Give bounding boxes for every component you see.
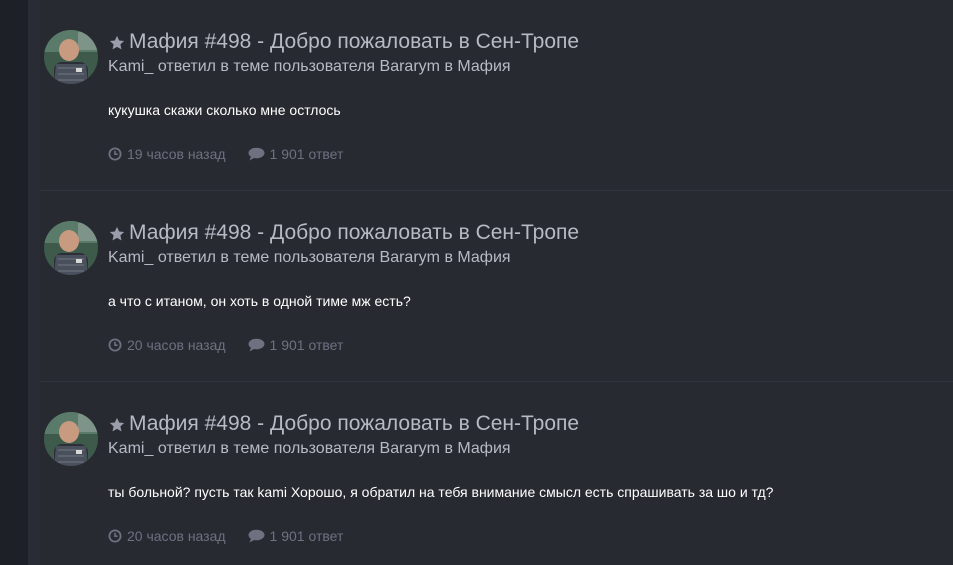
activity-item: Мафия #498 - Добро пожаловать в Сен-Троп… — [40, 191, 953, 381]
activity-item: Мафия #498 - Добро пожаловать в Сен-Троп… — [40, 382, 953, 565]
time-text: 20 часов назад — [127, 337, 226, 353]
author-link[interactable]: Kami_ — [108, 58, 153, 75]
replies-text: 1 901 ответ — [269, 337, 344, 353]
in-text: в — [444, 58, 453, 75]
replies-text: 1 901 ответ — [269, 528, 344, 544]
left-sidebar-rail — [0, 0, 28, 565]
forum-link[interactable]: Мафия — [457, 440, 510, 457]
clock-icon — [108, 529, 122, 543]
avatar[interactable] — [44, 221, 98, 275]
clock-icon — [108, 147, 122, 161]
activity-feed: Мафия #498 - Добро пожаловать в Сен-Троп… — [40, 0, 953, 565]
post-snippet: кукушка скажи сколько мне остлось — [108, 102, 341, 118]
left-sidebar-edge — [28, 0, 40, 565]
activity-item: Мафия #498 - Добро пожаловать в Сен-Троп… — [40, 0, 953, 190]
star-icon — [109, 417, 125, 432]
topic-owner-link[interactable]: Bararym — [380, 440, 440, 457]
in-text: в — [444, 249, 453, 266]
comment-icon — [248, 147, 265, 161]
author-link[interactable]: Kami_ — [108, 440, 153, 457]
star-icon — [109, 226, 125, 241]
replies-count: 1 901 ответ — [248, 337, 344, 353]
activity-meta: 19 часов назад 1 901 ответ — [108, 146, 365, 162]
comment-icon — [248, 529, 265, 543]
action-text: ответил в теме пользователя — [157, 58, 376, 75]
topic-title-link[interactable]: Мафия #498 - Добро пожаловать в Сен-Троп… — [129, 30, 579, 54]
activity-content: Мафия #498 - Добро пожаловать в Сен-Троп… — [108, 219, 938, 353]
timestamp[interactable]: 19 часов назад — [108, 146, 226, 162]
topic-owner-link[interactable]: Bararym — [380, 249, 440, 266]
post-snippet: ты больной? пусть так kami Хорошо, я обр… — [108, 484, 774, 500]
topic-title-link[interactable]: Мафия #498 - Добро пожаловать в Сен-Троп… — [129, 221, 579, 245]
clock-icon — [108, 338, 122, 352]
action-text: ответил в теме пользователя — [157, 249, 376, 266]
timestamp[interactable]: 20 часов назад — [108, 337, 226, 353]
forum-link[interactable]: Мафия — [457, 58, 510, 75]
byline: Kami_ ответил в теме пользователя Barary… — [108, 247, 938, 269]
replies-count: 1 901 ответ — [248, 528, 344, 544]
byline: Kami_ ответил в теме пользователя Barary… — [108, 56, 938, 78]
title-row: Мафия #498 - Добро пожаловать в Сен-Троп… — [108, 28, 938, 56]
avatar[interactable] — [44, 30, 98, 84]
activity-meta: 20 часов назад 1 901 ответ — [108, 528, 365, 544]
title-row: Мафия #498 - Добро пожаловать в Сен-Троп… — [108, 219, 938, 247]
post-snippet: а что с итаном, он хоть в одной тиме мж … — [108, 293, 411, 309]
topic-title-link[interactable]: Мафия #498 - Добро пожаловать в Сен-Троп… — [129, 412, 579, 436]
replies-text: 1 901 ответ — [269, 146, 344, 162]
forum-link[interactable]: Мафия — [457, 249, 510, 266]
star-icon — [109, 35, 125, 50]
topic-owner-link[interactable]: Bararym — [380, 58, 440, 75]
timestamp[interactable]: 20 часов назад — [108, 528, 226, 544]
action-text: ответил в теме пользователя — [157, 440, 376, 457]
activity-content: Мафия #498 - Добро пожаловать в Сен-Троп… — [108, 28, 938, 162]
replies-count: 1 901 ответ — [248, 146, 344, 162]
in-text: в — [444, 440, 453, 457]
byline: Kami_ ответил в теме пользователя Barary… — [108, 438, 938, 460]
time-text: 20 часов назад — [127, 528, 226, 544]
activity-page: Мафия #498 - Добро пожаловать в Сен-Троп… — [0, 0, 953, 565]
avatar[interactable] — [44, 412, 98, 466]
time-text: 19 часов назад — [127, 146, 226, 162]
activity-meta: 20 часов назад 1 901 ответ — [108, 337, 365, 353]
title-row: Мафия #498 - Добро пожаловать в Сен-Троп… — [108, 410, 938, 438]
author-link[interactable]: Kami_ — [108, 249, 153, 266]
comment-icon — [248, 338, 265, 352]
activity-content: Мафия #498 - Добро пожаловать в Сен-Троп… — [108, 410, 938, 544]
